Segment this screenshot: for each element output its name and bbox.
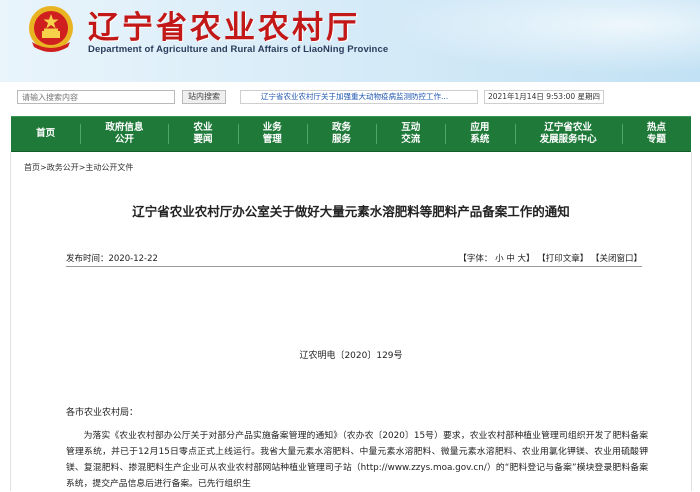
nav-label: 农业 — [193, 122, 213, 133]
news-ticker-link[interactable]: 辽宁省农业农村厅关于加强重大动物疫病监测防控工作... — [240, 90, 478, 104]
nav-label: 发展服务中心 — [539, 134, 597, 145]
nav-item-business[interactable]: 业务 管理 — [237, 117, 307, 151]
breadcrumb: 首页>政务公开>主动公开文件 — [24, 162, 133, 173]
nav-label: 要闻 — [193, 134, 213, 145]
nav-label: 热点 — [646, 122, 666, 133]
nav-item-home[interactable]: 首页 — [11, 117, 80, 151]
article-title: 辽宁省农业农村厅办公室关于做好大量元素水溶肥料等肥料产品备案工作的通知 — [132, 204, 570, 219]
article-body: 为落实《农业农村部办公厅关于对部分产品实施备案管理的通知》（农办农〔2020〕1… — [66, 431, 648, 489]
print-article-link[interactable]: 【打印文章】 — [537, 254, 588, 264]
font-size-close: 】 — [526, 254, 535, 264]
close-window-link[interactable]: 【关闭窗口】 — [591, 254, 642, 264]
font-medium-button[interactable]: 中 — [506, 254, 515, 264]
main-nav: 首页 政府信息 公开 农业 要闻 业务 管理 政务 服务 互动 交流 应用 系统 辽宁省农业… — [11, 116, 691, 152]
nav-label: 服务 — [331, 134, 351, 145]
breadcrumb-home[interactable]: 首页 — [24, 163, 40, 172]
nav-label: 政务 — [331, 122, 351, 133]
nav-label: 管理 — [262, 134, 282, 145]
nav-label: 首页 — [36, 128, 56, 139]
header-background-wash — [340, 0, 700, 82]
breadcrumb-current[interactable]: 主动公开文件 — [85, 163, 133, 172]
article-meta: 发布时间：2020-12-22 【字体： 小 中 大】 【打印文章】 【关闭窗口… — [66, 252, 642, 267]
national-emblem-icon — [29, 6, 73, 52]
nav-label: 互动 — [401, 122, 421, 133]
nav-label: 交流 — [401, 134, 421, 145]
nav-item-agri-news[interactable]: 农业 要闻 — [168, 117, 237, 151]
article-salutation: 各市农业农村局： — [66, 408, 139, 418]
font-size-label: 【字体： — [458, 254, 493, 264]
breadcrumb-separator: > — [40, 163, 47, 172]
font-small-button[interactable]: 小 — [495, 254, 504, 264]
publish-time: 发布时间：2020-12-22 — [66, 254, 158, 264]
site-header: 辽宁省农业农村厅 Department of Agriculture and R… — [0, 0, 700, 82]
nav-label: 业务 — [262, 122, 282, 133]
nav-label: 辽宁省农业 — [544, 122, 592, 133]
nav-label: 专题 — [646, 134, 666, 145]
font-large-button[interactable]: 大 — [518, 254, 527, 264]
nav-label: 政府信息 — [105, 122, 144, 133]
breadcrumb-gov-affairs[interactable]: 政务公开 — [47, 163, 79, 172]
nav-item-dev-center[interactable]: 辽宁省农业 发展服务中心 — [514, 117, 622, 151]
nav-item-interaction[interactable]: 互动 交流 — [376, 117, 445, 151]
search-button[interactable]: 站内搜索 — [182, 90, 226, 104]
nav-label: 系统 — [470, 134, 490, 145]
nav-item-apps[interactable]: 应用 系统 — [445, 117, 514, 151]
nav-item-gov-service[interactable]: 政务 服务 — [306, 117, 376, 151]
nav-item-hot-topics[interactable]: 热点 专题 — [621, 117, 691, 151]
document-number: 辽农明电〔2020〕129号 — [299, 351, 403, 361]
search-bar: 站内搜索 辽宁省农业农村厅关于加强重大动物疫病监测防控工作... 2021年1月… — [0, 84, 700, 110]
article-panel: 首页>政务公开>主动公开文件 辽宁省农业农村厅办公室关于做好大量元素水溶肥料等肥… — [10, 152, 692, 491]
nav-item-gov-info[interactable]: 政府信息 公开 — [80, 117, 168, 151]
current-datetime: 2021年1月14日 9:53:00 星期四 — [484, 90, 604, 104]
site-title: 辽宁省农业农村厅 — [88, 10, 360, 46]
search-input[interactable] — [17, 90, 175, 104]
site-subtitle: Department of Agriculture and Rural Affa… — [88, 44, 389, 55]
nav-label: 应用 — [470, 122, 490, 133]
nav-label: 公开 — [114, 134, 134, 145]
article-tools: 【字体： 小 中 大】 【打印文章】 【关闭窗口】 — [458, 252, 642, 264]
